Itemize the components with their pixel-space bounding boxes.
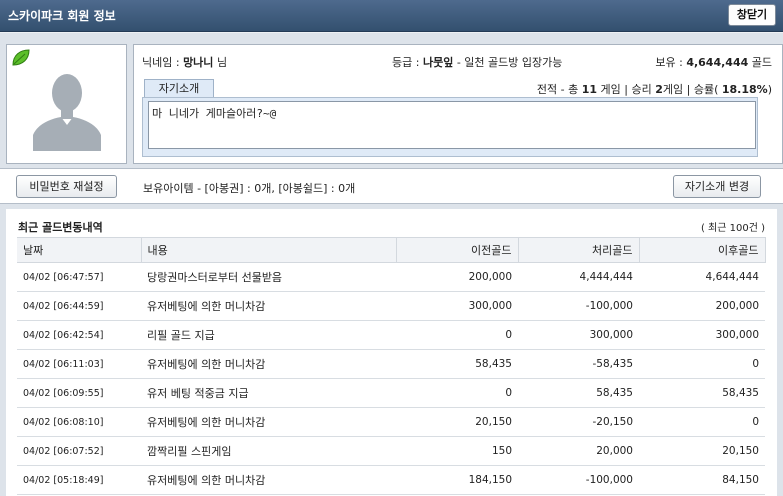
grade-value: 나뭇잎: [422, 56, 454, 69]
cell-after: 200,000: [639, 291, 765, 321]
cell-before: 0: [396, 320, 518, 350]
owned-items-text: 보유아이템 - [아봉권] : 0개, [아봉쉴드] : 0개: [143, 182, 356, 195]
password-reset-button[interactable]: 비밀번호 재설정: [16, 175, 117, 198]
table-row: 04/02 [06:11:03] 유저베팅에 의한 머니차감 58,435 -5…: [17, 349, 765, 379]
cell-date: 04/02 [06:44:59]: [17, 291, 141, 321]
column-header-before: 이전골드: [396, 237, 519, 263]
cell-date: 04/02 [06:47:57]: [17, 262, 141, 292]
cell-description: 유저베팅에 의한 머니차감: [141, 465, 396, 495]
column-header-change: 처리골드: [518, 237, 640, 263]
cell-description: 유저 베팅 적중금 지급: [141, 378, 396, 408]
cell-after: 4,644,444: [639, 262, 765, 292]
cell-after: 84,150: [639, 465, 765, 495]
gold-history-panel: 최근 골드변동내역 ( 최근 100건 ) 날짜 내용 이전골드 처리골드 이후…: [6, 209, 777, 496]
window-titlebar: 스카이파크 회원 정보 창닫기: [0, 0, 783, 32]
cell-change: 4,444,444: [518, 262, 639, 292]
grade-line: 등급 : 나뭇잎 - 일천 골드방 입장가능: [392, 54, 562, 70]
cell-before: 58,435: [396, 349, 518, 379]
cell-before: 200,000: [396, 262, 518, 292]
action-bar: 비밀번호 재설정 보유아이템 - [아봉권] : 0개, [아봉쉴드] : 0개…: [0, 168, 783, 204]
profile-info-panel: 닉네임 : 망나니 님 등급 : 나뭇잎 - 일천 골드방 입장가능 보유 : …: [133, 44, 783, 164]
game-record-line: 전적 - 총 11 게임 | 승리 2게임 | 승률( 18.18%): [537, 81, 772, 97]
cell-change: -100,000: [518, 291, 639, 321]
record-wins: 2: [655, 83, 663, 96]
grade-description: - 일천 골드방 입장가능: [456, 56, 563, 69]
cell-date: 04/02 [06:11:03]: [17, 349, 141, 379]
cell-after: 0: [639, 407, 765, 437]
cell-after: 0: [639, 349, 765, 379]
cell-before: 0: [396, 378, 518, 408]
cell-date: 04/02 [06:08:10]: [17, 407, 141, 437]
history-count-note: ( 최근 100건 ): [700, 223, 765, 234]
close-window-button[interactable]: 창닫기: [728, 4, 776, 26]
member-info-content: 닉네임 : 망나니 님 등급 : 나뭇잎 - 일천 골드방 입장가능 보유 : …: [0, 33, 783, 496]
cell-change: 58,435: [518, 378, 639, 408]
nickname-label: 닉네임 :: [142, 56, 180, 69]
record-prefix: 전적 - 총: [536, 83, 579, 96]
tab-self-intro[interactable]: 자기소개: [144, 79, 214, 98]
self-intro-textarea[interactable]: 마 니네가 게마슬아러?~@: [148, 101, 756, 149]
cell-before: 300,000: [396, 291, 518, 321]
table-row: 04/02 [06:44:59] 유저베팅에 의한 머니차감 300,000 -…: [17, 291, 765, 321]
gold-holding-line: 보유 : 4,644,444 골드: [655, 54, 772, 70]
table-row: 04/02 [06:42:54] 리필 골드 지급 0 300,000 300,…: [17, 320, 765, 350]
cell-description: 유저베팅에 의한 머니차감: [141, 291, 396, 321]
column-header-after: 이후골드: [639, 237, 766, 263]
cell-change: 300,000: [518, 320, 639, 350]
holding-unit: 골드: [751, 56, 772, 69]
avatar: [33, 63, 101, 151]
holding-value: 4,644,444: [686, 56, 749, 69]
leaf-grade-icon: [12, 49, 30, 66]
cell-date: 04/02 [06:07:52]: [17, 436, 141, 466]
cell-before: 20,150: [396, 407, 518, 437]
record-win-rate: 18.18%: [721, 83, 768, 96]
window-title: 스카이파크 회원 정보: [8, 9, 116, 23]
cell-date: 04/02 [06:42:54]: [17, 320, 141, 350]
cell-after: 20,150: [639, 436, 765, 466]
avatar-panel: [6, 44, 127, 164]
nickname-suffix: 님: [216, 56, 228, 69]
cell-after: 58,435: [639, 378, 765, 408]
cell-before: 150: [396, 436, 518, 466]
cell-description: 당랑권마스터로부터 선물받음: [141, 262, 396, 292]
holding-label: 보유 :: [655, 56, 683, 69]
nickname-value: 망나니: [183, 56, 214, 69]
cell-description: 유저베팅에 의한 머니차감: [141, 407, 396, 437]
table-header-row: 날짜 내용 이전골드 처리골드 이후골드: [17, 237, 766, 263]
column-header-description: 내용: [141, 237, 397, 263]
table-row: 04/02 [06:47:57] 당랑권마스터로부터 선물받음 200,000 …: [17, 262, 765, 292]
cell-description: 리필 골드 지급: [141, 320, 396, 350]
cell-date: 04/02 [05:18:49]: [17, 465, 141, 495]
table-row: 04/02 [06:09:55] 유저 베팅 적중금 지급 0 58,435 5…: [17, 378, 765, 408]
column-header-date: 날짜: [17, 237, 142, 263]
nickname-line: 닉네임 : 망나니 님: [142, 54, 227, 70]
cell-change: -58,435: [518, 349, 639, 379]
cell-after: 300,000: [639, 320, 765, 350]
cell-change: -20,150: [518, 407, 639, 437]
record-wins-unit: 게임 | 승률(: [662, 83, 719, 96]
record-total-games: 11: [581, 83, 598, 96]
cell-before: 184,150: [396, 465, 518, 495]
cell-change: -100,000: [518, 465, 639, 495]
grade-label: 등급 :: [392, 56, 420, 69]
gold-history-table: 날짜 내용 이전골드 처리골드 이후골드 04/02 [06:47:57] 당랑…: [17, 237, 766, 495]
record-total-unit: 게임 | 승리: [600, 83, 652, 96]
cell-change: 20,000: [518, 436, 639, 466]
history-title: 최근 골드변동내역: [18, 221, 103, 234]
cell-date: 04/02 [06:09:55]: [17, 378, 141, 408]
table-row: 04/02 [06:07:52] 깜짝리필 스핀게임 150 20,000 20…: [17, 436, 765, 466]
record-rate-close: ): [767, 83, 772, 96]
edit-intro-button[interactable]: 자기소개 변경: [673, 175, 761, 198]
table-row: 04/02 [05:18:49] 유저베팅에 의한 머니차감 184,150 -…: [17, 465, 765, 495]
cell-description: 유저베팅에 의한 머니차감: [141, 349, 396, 379]
cell-description: 깜짝리필 스핀게임: [141, 436, 396, 466]
table-row: 04/02 [06:08:10] 유저베팅에 의한 머니차감 20,150 -2…: [17, 407, 765, 437]
